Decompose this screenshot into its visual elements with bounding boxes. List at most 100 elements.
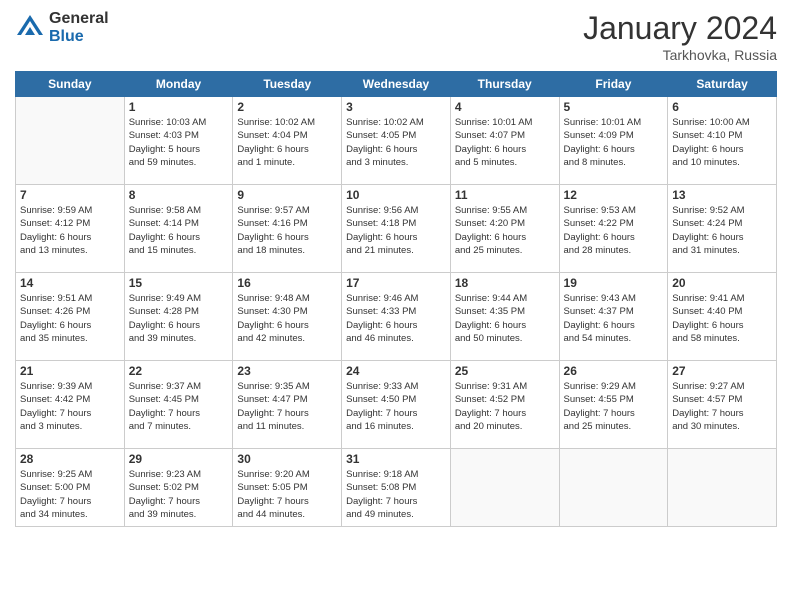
day-number: 15 [129,276,229,290]
calendar-cell: 21 Sunrise: 9:39 AMSunset: 4:42 PMDayligh… [16,361,125,449]
day-info: Sunrise: 9:25 AMSunset: 5:00 PMDaylight:… [20,468,120,521]
day-info: Sunrise: 10:02 AMSunset: 4:05 PMDaylight… [346,116,446,169]
calendar-cell: 20 Sunrise: 9:41 AMSunset: 4:40 PMDayligh… [668,273,777,361]
calendar-cell: 8 Sunrise: 9:58 AMSunset: 4:14 PMDaylight… [124,185,233,273]
calendar-day-header: Sunday [16,72,125,97]
day-info: Sunrise: 9:18 AMSunset: 5:08 PMDaylight:… [346,468,446,521]
calendar-week-row: 1Sunrise: 10:03 AMSunset: 4:03 PMDayligh… [16,97,777,185]
calendar-cell: 9 Sunrise: 9:57 AMSunset: 4:16 PMDaylight… [233,185,342,273]
calendar-cell [559,449,668,527]
day-number: 10 [346,188,446,202]
day-number: 18 [455,276,555,290]
day-info: Sunrise: 10:02 AMSunset: 4:04 PMDaylight… [237,116,337,169]
calendar-day-header: Saturday [668,72,777,97]
logo-blue: Blue [49,28,109,46]
day-number: 31 [346,452,446,466]
calendar-cell: 23Sunrise: 9:35 AMSunset: 4:47 PMDayligh… [233,361,342,449]
day-number: 1 [129,100,229,114]
day-number: 27 [672,364,772,378]
calendar-header-row: SundayMondayTuesdayWednesdayThursdayFrid… [16,72,777,97]
day-info: Sunrise: 9:49 AMSunset: 4:28 PMDaylight:… [129,292,229,345]
day-info: Sunrise: 9:20 AMSunset: 5:05 PMDaylight:… [237,468,337,521]
day-number: 16 [237,276,337,290]
calendar-cell: 22Sunrise: 9:37 AMSunset: 4:45 PMDayligh… [124,361,233,449]
calendar-week-row: 7 Sunrise: 9:59 AMSunset: 4:12 PMDaylight… [16,185,777,273]
calendar-cell: 24Sunrise: 9:33 AMSunset: 4:50 PMDayligh… [342,361,451,449]
calendar-cell: 14Sunrise: 9:51 AMSunset: 4:26 PMDayligh… [16,273,125,361]
day-info: Sunrise: 9:41 AMSunset: 4:40 PMDaylight:… [672,292,772,345]
day-number: 8 [129,188,229,202]
month-title: January 2024 [583,10,777,47]
day-info: Sunrise: 9:35 AMSunset: 4:47 PMDaylight:… [237,380,337,433]
calendar-cell: 27 Sunrise: 9:27 AMSunset: 4:57 PMDayligh… [668,361,777,449]
day-number: 20 [672,276,772,290]
calendar-cell: 10 Sunrise: 9:56 AMSunset: 4:18 PMDayligh… [342,185,451,273]
calendar-day-header: Monday [124,72,233,97]
day-info: Sunrise: 9:57 AMSunset: 4:16 PMDaylight:… [237,204,337,257]
day-info: Sunrise: 9:37 AMSunset: 4:45 PMDaylight:… [129,380,229,433]
calendar-cell [16,97,125,185]
day-number: 13 [672,188,772,202]
day-info: Sunrise: 9:27 AMSunset: 4:57 PMDaylight:… [672,380,772,433]
day-info: Sunrise: 10:01 AMSunset: 4:07 PMDaylight… [455,116,555,169]
day-info: Sunrise: 9:39 AMSunset: 4:42 PMDaylight:… [20,380,120,433]
day-info: Sunrise: 9:29 AMSunset: 4:55 PMDaylight:… [564,380,664,433]
day-info: Sunrise: 9:23 AMSunset: 5:02 PMDaylight:… [129,468,229,521]
day-number: 25 [455,364,555,378]
day-number: 29 [129,452,229,466]
logo-general: General [49,10,109,28]
day-info: Sunrise: 9:59 AMSunset: 4:12 PMDaylight:… [20,204,120,257]
calendar-cell: 16 Sunrise: 9:48 AMSunset: 4:30 PMDayligh… [233,273,342,361]
location: Tarkhovka, Russia [583,47,777,63]
day-number: 7 [20,188,120,202]
logo-text: General Blue [49,10,109,45]
header: General Blue January 2024 Tarkhovka, Rus… [15,10,777,63]
calendar-cell: 6 Sunrise: 10:00 AMSunset: 4:10 PMDayligh… [668,97,777,185]
calendar-cell: 15 Sunrise: 9:49 AMSunset: 4:28 PMDayligh… [124,273,233,361]
day-number: 9 [237,188,337,202]
calendar-day-header: Thursday [450,72,559,97]
day-info: Sunrise: 9:48 AMSunset: 4:30 PMDaylight:… [237,292,337,345]
calendar-cell: 18 Sunrise: 9:44 AMSunset: 4:35 PMDayligh… [450,273,559,361]
calendar-cell [668,449,777,527]
day-info: Sunrise: 9:51 AMSunset: 4:26 PMDaylight:… [20,292,120,345]
calendar-day-header: Tuesday [233,72,342,97]
day-number: 19 [564,276,664,290]
calendar-cell: 2Sunrise: 10:02 AMSunset: 4:04 PMDayligh… [233,97,342,185]
calendar-cell: 4Sunrise: 10:01 AMSunset: 4:07 PMDayligh… [450,97,559,185]
page: General Blue January 2024 Tarkhovka, Rus… [0,0,792,612]
day-number: 17 [346,276,446,290]
day-info: Sunrise: 9:56 AMSunset: 4:18 PMDaylight:… [346,204,446,257]
day-info: Sunrise: 9:31 AMSunset: 4:52 PMDaylight:… [455,380,555,433]
day-number: 6 [672,100,772,114]
calendar-day-header: Wednesday [342,72,451,97]
calendar-cell: 5Sunrise: 10:01 AMSunset: 4:09 PMDayligh… [559,97,668,185]
calendar-cell: 29 Sunrise: 9:23 AMSunset: 5:02 PMDayligh… [124,449,233,527]
day-info: Sunrise: 9:58 AMSunset: 4:14 PMDaylight:… [129,204,229,257]
calendar-week-row: 21 Sunrise: 9:39 AMSunset: 4:42 PMDayligh… [16,361,777,449]
calendar-cell [450,449,559,527]
day-info: Sunrise: 9:52 AMSunset: 4:24 PMDaylight:… [672,204,772,257]
day-info: Sunrise: 9:46 AMSunset: 4:33 PMDaylight:… [346,292,446,345]
calendar-week-row: 28 Sunrise: 9:25 AMSunset: 5:00 PMDayligh… [16,449,777,527]
day-number: 26 [564,364,664,378]
day-info: Sunrise: 9:44 AMSunset: 4:35 PMDaylight:… [455,292,555,345]
calendar-cell: 3Sunrise: 10:02 AMSunset: 4:05 PMDayligh… [342,97,451,185]
title-section: January 2024 Tarkhovka, Russia [583,10,777,63]
calendar-cell: 19 Sunrise: 9:43 AMSunset: 4:37 PMDayligh… [559,273,668,361]
logo-icon [15,13,45,43]
calendar-cell: 1Sunrise: 10:03 AMSunset: 4:03 PMDayligh… [124,97,233,185]
day-info: Sunrise: 10:01 AMSunset: 4:09 PMDaylight… [564,116,664,169]
calendar-cell: 28 Sunrise: 9:25 AMSunset: 5:00 PMDayligh… [16,449,125,527]
day-number: 11 [455,188,555,202]
calendar-cell: 17 Sunrise: 9:46 AMSunset: 4:33 PMDayligh… [342,273,451,361]
day-info: Sunrise: 9:33 AMSunset: 4:50 PMDaylight:… [346,380,446,433]
day-info: Sunrise: 9:43 AMSunset: 4:37 PMDaylight:… [564,292,664,345]
calendar-cell: 30Sunrise: 9:20 AMSunset: 5:05 PMDayligh… [233,449,342,527]
calendar-cell: 11Sunrise: 9:55 AMSunset: 4:20 PMDayligh… [450,185,559,273]
day-number: 12 [564,188,664,202]
calendar-cell: 25 Sunrise: 9:31 AMSunset: 4:52 PMDayligh… [450,361,559,449]
day-info: Sunrise: 10:00 AMSunset: 4:10 PMDaylight… [672,116,772,169]
day-number: 28 [20,452,120,466]
day-number: 21 [20,364,120,378]
